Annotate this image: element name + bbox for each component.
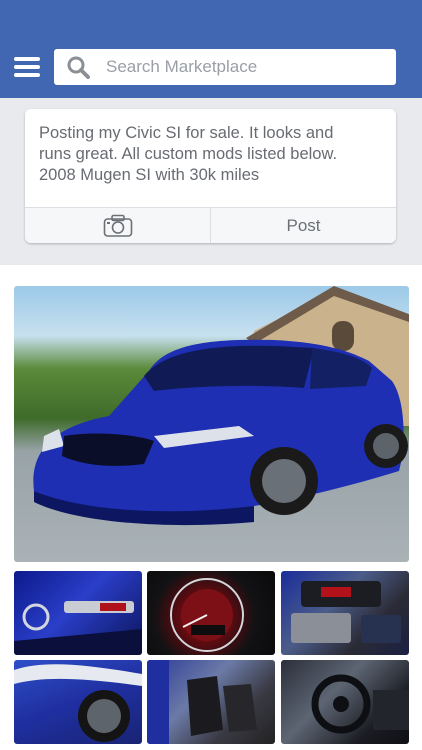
top-bar bbox=[0, 0, 422, 98]
car-photo-engine-bay[interactable] bbox=[281, 571, 409, 655]
post-button[interactable]: Post bbox=[211, 208, 396, 243]
composer-actions: Post bbox=[25, 207, 396, 243]
car-photo-front-badge[interactable] bbox=[14, 571, 142, 655]
car-photo-main[interactable] bbox=[14, 286, 409, 562]
search-icon bbox=[67, 56, 90, 79]
hamburger-menu-icon[interactable] bbox=[14, 57, 40, 77]
camera-button[interactable] bbox=[25, 208, 211, 243]
car-photo-front-wheel[interactable] bbox=[14, 660, 142, 744]
search-input[interactable] bbox=[106, 49, 386, 85]
camera-icon bbox=[103, 214, 133, 237]
post-composer: Posting my Civic SI for sale. It looks a… bbox=[25, 109, 396, 243]
car-photo-gauge-cluster[interactable] bbox=[147, 571, 275, 655]
search-bar[interactable] bbox=[54, 49, 396, 85]
car-photo-interior-seats[interactable] bbox=[147, 660, 275, 744]
listing-photos bbox=[0, 265, 422, 750]
post-text[interactable]: Posting my Civic SI for sale. It looks a… bbox=[39, 123, 359, 186]
car-photo-steering-wheel[interactable] bbox=[281, 660, 409, 744]
